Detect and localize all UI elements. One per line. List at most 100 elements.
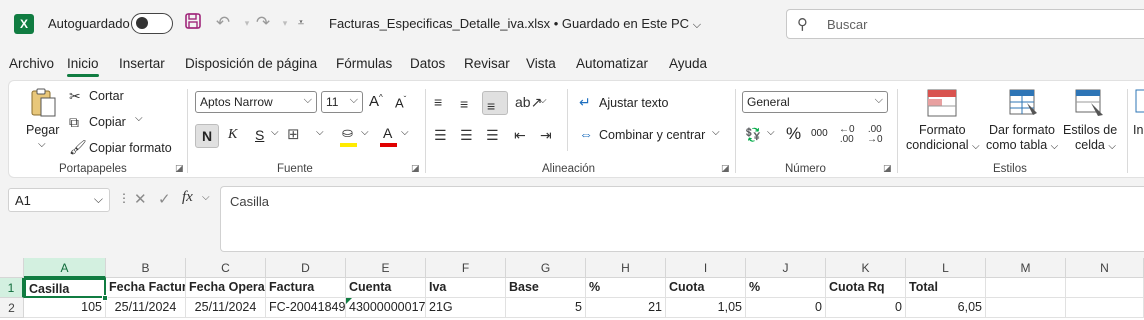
error-indicator-icon[interactable] <box>346 298 352 304</box>
cell-n2[interactable] <box>1066 298 1144 318</box>
font-size-select[interactable]: 11 ⌵ <box>321 91 363 113</box>
cell-g1[interactable]: Base <box>506 278 586 298</box>
cell-styles-label-2[interactable]: celda ⌵ <box>1075 138 1116 152</box>
column-header-k[interactable]: K <box>826 258 906 278</box>
cell-i1[interactable]: Cuota <box>666 278 746 298</box>
copy-label[interactable]: Copiar <box>89 115 126 129</box>
cell-l2[interactable]: 6,05 <box>906 298 986 318</box>
clipboard-launcher-icon[interactable]: ◪ <box>175 163 184 174</box>
borders-icon[interactable]: ⊞ <box>287 126 300 144</box>
format-table-label-2[interactable]: como tabla ⌵ <box>986 138 1058 152</box>
column-header-g[interactable]: G <box>506 258 586 278</box>
cell-d2[interactable]: FC-20041849 <box>266 298 346 318</box>
merge-dropdown-icon[interactable]: ⌵ <box>712 127 720 138</box>
cell-f2[interactable]: 21G <box>426 298 506 318</box>
tab-inicio[interactable]: Inicio <box>67 56 99 77</box>
increase-indent-icon[interactable]: ⇥ <box>540 126 552 144</box>
merge-center-label[interactable]: Combinar y centrar <box>599 128 705 142</box>
cell-e1[interactable]: Cuenta <box>346 278 426 298</box>
cell-c2[interactable]: 25/11/2024 <box>186 298 266 318</box>
cell-b1[interactable]: Fecha Factur <box>106 278 186 298</box>
underline-button[interactable]: S <box>255 127 264 143</box>
column-header-j[interactable]: J <box>746 258 826 278</box>
cell-m2[interactable] <box>986 298 1066 318</box>
underline-dropdown-icon[interactable]: ⌵ <box>271 127 279 138</box>
column-header-c[interactable]: C <box>186 258 266 278</box>
cell-c1[interactable]: Fecha Opera <box>186 278 266 298</box>
increase-decimal-icon[interactable]: ←0.00 <box>839 125 855 145</box>
italic-button[interactable]: K <box>228 127 237 143</box>
search-box[interactable]: ⚲ Buscar <box>786 9 1144 39</box>
tab-disposicion-pagina[interactable]: Disposición de página <box>185 56 317 71</box>
tab-datos[interactable]: Datos <box>410 56 445 71</box>
cut-icon[interactable]: ✂ <box>69 87 81 105</box>
file-name[interactable]: Facturas_Especificas_Detalle_iva.xlsx • … <box>329 16 701 32</box>
grow-font-icon[interactable]: A^ <box>369 93 383 110</box>
cut-label[interactable]: Cortar <box>89 89 124 103</box>
select-all-corner[interactable] <box>0 258 24 278</box>
cell-h1[interactable]: % <box>586 278 666 298</box>
borders-dropdown-icon[interactable]: ⌵ <box>316 127 324 138</box>
insert-partial-label[interactable]: In <box>1133 123 1143 137</box>
format-painter-icon[interactable]: 🖌 <box>69 138 87 156</box>
fill-color-icon[interactable]: ⛀ <box>339 125 359 147</box>
cell-f1[interactable]: Iva <box>426 278 506 298</box>
font-name-select[interactable]: Aptos Narrow ⌵ <box>195 91 317 113</box>
tab-archivo[interactable]: Archivo <box>9 56 54 71</box>
paste-dropdown-icon[interactable]: ⌵ <box>38 139 46 150</box>
format-table-label-1[interactable]: Dar formato <box>989 123 1055 137</box>
cell-g2[interactable]: 5 <box>506 298 586 318</box>
insert-function-icon[interactable]: fx <box>182 189 193 206</box>
cell-d1[interactable]: Factura <box>266 278 346 298</box>
cell-i2[interactable]: 1,05 <box>666 298 746 318</box>
column-header-b[interactable]: B <box>106 258 186 278</box>
redo-icon[interactable]: ↷ <box>252 12 274 34</box>
wrap-text-icon[interactable]: ↵ <box>579 93 591 111</box>
column-header-i[interactable]: I <box>666 258 746 278</box>
name-box[interactable]: A1 ⌵ <box>8 188 110 212</box>
column-header-n[interactable]: N <box>1066 258 1144 278</box>
align-center-icon[interactable]: ☰ <box>460 126 473 144</box>
cancel-icon[interactable]: ✕ <box>134 190 147 208</box>
shrink-font-icon[interactable]: Aˇ <box>395 95 406 110</box>
cell-b2[interactable]: 25/11/2024 <box>106 298 186 318</box>
tab-ayuda[interactable]: Ayuda <box>669 56 707 71</box>
merge-center-icon[interactable]: ⇔ <box>579 125 593 143</box>
row-header-2[interactable]: 2 <box>0 298 24 318</box>
insert-cells-icon[interactable] <box>1135 89 1144 117</box>
cell-l1[interactable]: Total <box>906 278 986 298</box>
cell-m1[interactable] <box>986 278 1066 298</box>
decrease-indent-icon[interactable]: ⇤ <box>514 126 526 144</box>
cell-j2[interactable]: 0 <box>746 298 826 318</box>
cell-k2[interactable]: 0 <box>826 298 906 318</box>
copy-dropdown-icon[interactable]: ⌵ <box>135 113 143 124</box>
column-header-e[interactable]: E <box>346 258 426 278</box>
tab-automatizar[interactable]: Automatizar <box>576 56 648 71</box>
column-header-f[interactable]: F <box>426 258 506 278</box>
tab-revisar[interactable]: Revisar <box>464 56 510 71</box>
undo-icon[interactable]: ↶ <box>212 12 234 34</box>
cell-a1[interactable]: Casilla <box>24 278 106 298</box>
font-launcher-icon[interactable]: ◪ <box>411 163 420 174</box>
autosave-toggle[interactable] <box>131 13 173 34</box>
cell-j1[interactable]: % <box>746 278 826 298</box>
enter-icon[interactable]: ✓ <box>158 190 171 208</box>
number-launcher-icon[interactable]: ◪ <box>883 163 892 174</box>
thousands-separator-button[interactable]: 000 <box>811 128 828 139</box>
format-as-table-icon[interactable] <box>1009 89 1039 117</box>
align-right-icon[interactable]: ☰ <box>486 126 499 144</box>
cell-a2[interactable]: 105 <box>24 298 106 318</box>
column-header-h[interactable]: H <box>586 258 666 278</box>
conditional-format-label-1[interactable]: Formato <box>919 123 966 137</box>
font-color-icon[interactable]: A <box>379 125 399 147</box>
customize-toolbar-icon[interactable]: ⩡ <box>290 12 312 34</box>
number-format-select[interactable]: General ⌵ <box>742 91 888 113</box>
save-icon[interactable] <box>182 12 204 34</box>
format-painter-label[interactable]: Copiar formato <box>89 141 172 155</box>
accounting-format-icon[interactable]: 💱 <box>745 126 761 144</box>
cell-e2[interactable]: 43000000017 <box>346 298 426 318</box>
column-header-l[interactable]: L <box>906 258 986 278</box>
cell-h2[interactable]: 21 <box>586 298 666 318</box>
tab-insertar[interactable]: Insertar <box>119 56 165 71</box>
column-header-a[interactable]: A <box>24 258 106 278</box>
